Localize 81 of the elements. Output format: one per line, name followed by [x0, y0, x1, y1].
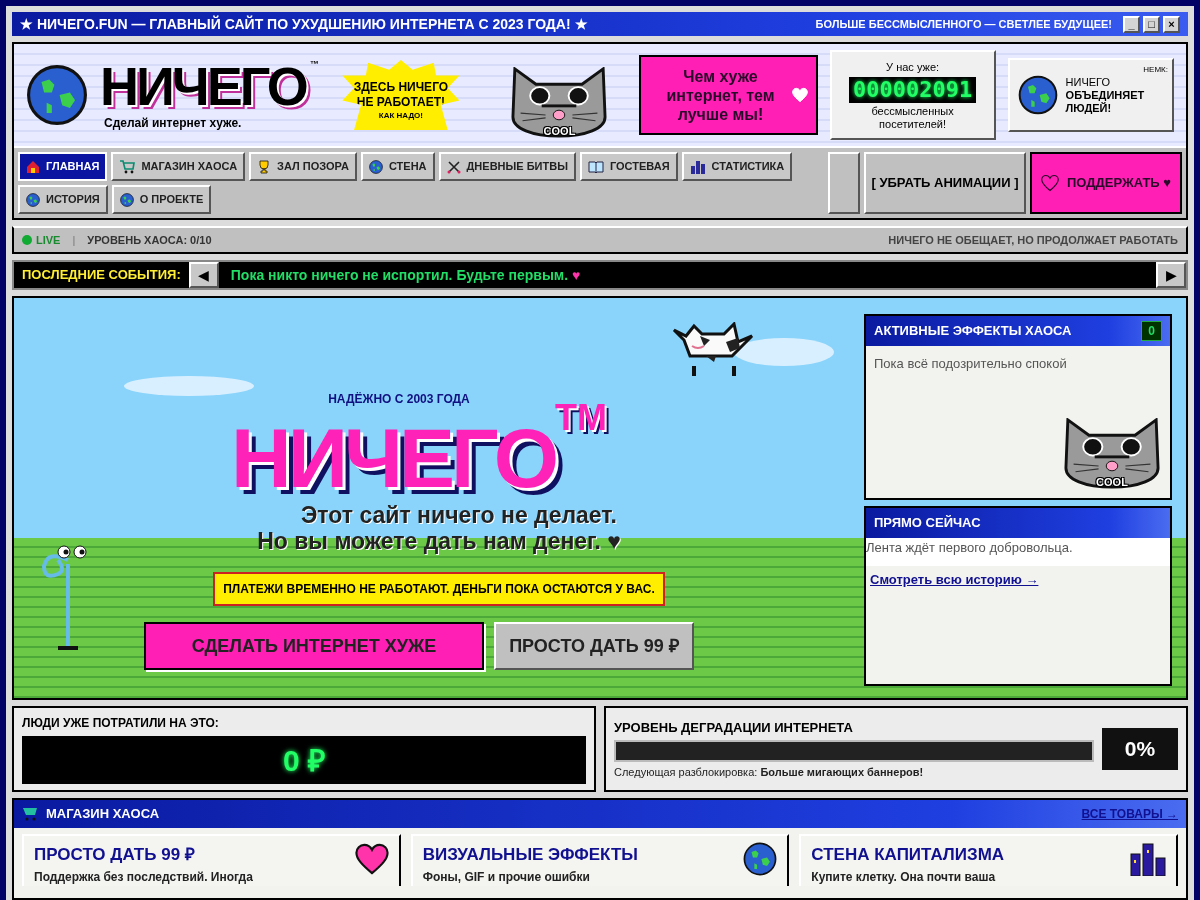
cart-icon: [119, 159, 136, 174]
panel-text: Пока всё подозрительно спокой: [873, 355, 1068, 373]
slogan: БОЛЬШЕ БЕССМЫСЛЕННОГО — СВЕТЛЕЕ БУДУЩЕЕ!: [815, 16, 1112, 32]
nav-tab[interactable]: ГЛАВНАЯ: [18, 152, 108, 181]
ticker-next-button[interactable]: ▶: [1156, 262, 1186, 288]
product-title: ВИЗУАЛЬНЫЕ ЭФФЕКТЫ: [422, 844, 639, 866]
trademark: ™: [309, 58, 319, 71]
live-indicator: LIVE: [36, 232, 61, 248]
burst-text: НЕ РАБОТАЕТ!: [356, 95, 445, 110]
ad-headline: ОБЪЕДИНЯЕТ ЛЮДЕЙ!: [1065, 88, 1146, 115]
house-icon: [26, 159, 40, 174]
primary-button[interactable]: СДЕЛАТЬ ИНТЕРНЕТ ХУЖЕ: [144, 622, 484, 670]
ticker-prev-button[interactable]: ◀: [188, 262, 219, 288]
buildings-icon: [1130, 842, 1166, 876]
nav-tab[interactable]: ДНЕВНЫЕ БИТВЫ: [438, 152, 576, 181]
panel-title: ПРЯМО СЕЙЧАС: [874, 514, 981, 533]
counter-digits: 000002091: [848, 77, 977, 104]
nav-tab[interactable]: О ПРОЕКТЕ: [111, 185, 212, 214]
separator: |: [72, 232, 76, 248]
remove-animations-button[interactable]: [ УБРАТЬ АНИМАЦИИ ]: [864, 152, 1026, 214]
effects-count-badge: 0: [1141, 321, 1162, 341]
heart-outline-icon: [1040, 174, 1059, 192]
chaos-level: УРОВЕНЬ ХАОСА: 0/10: [87, 232, 212, 248]
counter-caption: бессмысленных посетителей!: [870, 105, 955, 132]
ticker-label: ПОСЛЕДНИЕ СОБЫТИЯ:: [21, 266, 182, 285]
nav-tab[interactable]: МАГАЗИН ХАОСА: [111, 152, 246, 181]
since-label: НАДЁЖНО С 2003 ГОДА: [328, 391, 470, 408]
book-icon: [587, 159, 604, 174]
spent-label: ЛЮДИ УЖЕ ПОТРАТИЛИ НА ЭТО:: [22, 715, 220, 732]
next-unlock-text: Следующая разблокировка: Больше мигающих баннеров!: [614, 764, 925, 780]
product-title: СТЕНА КАПИТАЛИЗМА: [811, 844, 1006, 866]
spent-value: 0 ₽: [22, 736, 586, 784]
ad-text: НИЧЕГО: [1065, 75, 1111, 89]
globe-icon: [26, 192, 40, 207]
product-description: Фоны, GIF и прочие ошибки: [422, 868, 591, 886]
history-link[interactable]: Смотреть всю историю →: [866, 570, 1170, 590]
cat-label: COOL: [542, 126, 577, 137]
nav-tab[interactable]: СТАТИСТИКА: [681, 152, 793, 181]
heart-icon: [354, 842, 389, 876]
panel-title: МАГАЗИН ХАОСА: [46, 805, 160, 824]
maximize-button[interactable]: □: [1143, 15, 1160, 33]
panel-text: Лента ждёт первого добровольца.: [866, 538, 1170, 566]
nav-tab[interactable]: ЗАЛ ПОЗОРА: [249, 152, 357, 181]
window-title: ★ НИЧЕГО.FUN — ГЛАВНЫЙ САЙТ ПО УХУДШЕНИЮ ИНТЕРНЕТА С 2023 ГОДА! ★: [20, 14, 588, 34]
globe-icon: [1017, 75, 1058, 115]
promo-text: Чем хуже интернет, тем лучше мы!: [665, 66, 776, 124]
trophy-icon: [257, 159, 272, 174]
globe-icon: [368, 159, 383, 174]
ad-corner-label: НЕМК:: [1143, 64, 1168, 76]
status-motto: НИЧЕГО НЕ ОБЕЩАЕТ, НО ПРОДОЛЖАЕТ РАБОТАТЬ: [888, 232, 1178, 248]
bar-chart-icon: [689, 159, 706, 174]
close-button[interactable]: ×: [1163, 15, 1180, 33]
degradation-percent: 0%: [1102, 728, 1178, 770]
burst-text: КАК НАДО!: [378, 110, 423, 122]
secondary-button[interactable]: ПРОСТО ДАТЬ 99 ₽: [494, 622, 694, 670]
blank-button[interactable]: [828, 152, 860, 214]
globe-icon: [119, 192, 134, 207]
degradation-title: УРОВЕНЬ ДЕГРАДАЦИИ ИНТЕРНЕТА: [614, 719, 854, 737]
minimize-button[interactable]: _: [1123, 15, 1140, 33]
nav-tab[interactable]: ГОСТЕВАЯ: [579, 152, 678, 181]
panel-title: АКТИВНЫЕ ЭФФЕКТЫ ХАОСА: [874, 322, 1072, 341]
tagline: Сделай интернет хуже.: [104, 115, 243, 132]
globe-icon: [743, 842, 778, 876]
nav-tab[interactable]: СТЕНА: [360, 152, 435, 181]
product-description: Купите клетку. Она почти ваша: [811, 868, 997, 886]
cat-label: COOL: [1095, 477, 1129, 488]
cart-icon: [22, 807, 38, 821]
trademark: TM: [554, 400, 607, 436]
nav-tab[interactable]: ИСТОРИЯ: [18, 185, 108, 214]
heart-icon: [791, 87, 808, 103]
logo-text: НИЧЕГО: [100, 58, 306, 114]
support-button[interactable]: ПОДДЕРЖАТЬ ♥: [1030, 152, 1182, 214]
globe-icon: [26, 64, 88, 126]
product-title: ПРОСТО ДАТЬ 99 ₽: [34, 844, 196, 866]
counter-label: У нас уже:: [886, 59, 940, 75]
hero-subtitle: Этот сайт ничего не делает.: [301, 502, 617, 528]
product-description: Поддержка без последствий. Иногда: [34, 868, 254, 886]
burst-text: ЗДЕСЬ НИЧЕГО: [353, 80, 449, 95]
payment-notice: ПЛАТЕЖИ ВРЕМЕННО НЕ РАБОТАЮТ. ДЕНЬГИ ПОКА ОСТАЮТСЯ У ВАС.: [213, 572, 665, 606]
crossed-swords-icon: [446, 159, 461, 174]
ticker-text: Пока никто ничего не испортил. Будьте первым. ♥: [229, 265, 582, 285]
